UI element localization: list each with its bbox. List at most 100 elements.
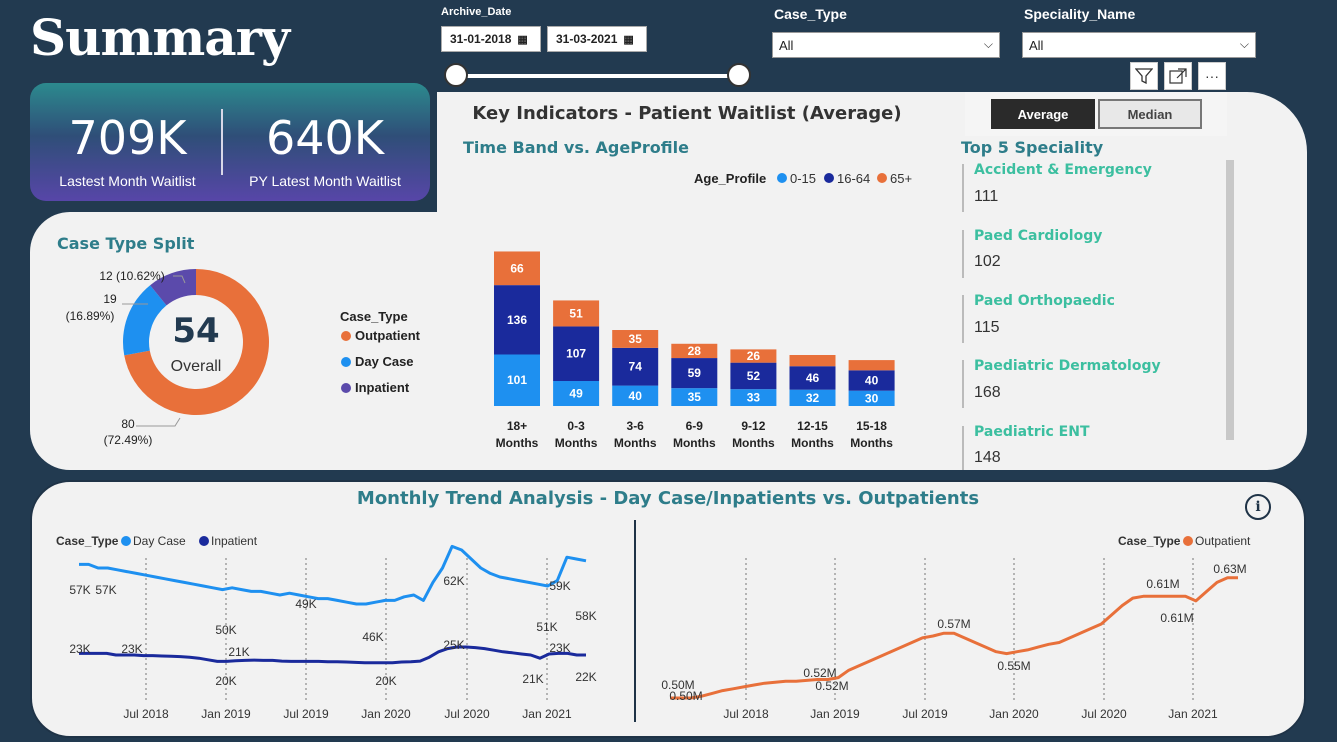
line-data-label: 0.61M: [1160, 611, 1193, 625]
bar-data-label: 59: [688, 366, 702, 380]
archive-date-label: Archive_Date: [441, 6, 512, 18]
x-tick-label: Jan 2021: [522, 707, 572, 721]
speciality-value: All: [1029, 37, 1044, 53]
card-accent: [962, 164, 964, 212]
speciality-value: 111: [974, 188, 999, 205]
average-toggle-button[interactable]: Average: [991, 99, 1095, 129]
speciality-value: 102: [974, 253, 1001, 270]
line-data-label: 46K: [362, 630, 383, 644]
x-tick-label: Jan 2020: [989, 707, 1039, 721]
case-type-label: Case_Type: [774, 6, 847, 22]
date-to-input[interactable]: 31-03-2021 ▦: [547, 26, 647, 52]
calendar-icon[interactable]: ▦: [517, 33, 527, 46]
line-data-label: 49K: [295, 597, 316, 611]
focus-mode-icon[interactable]: [1164, 62, 1192, 90]
median-toggle-button[interactable]: Median: [1098, 99, 1202, 129]
line-data-label: 0.52M: [815, 679, 848, 693]
kpi-card: 709K Lastest Month Waitlist 640K PY Late…: [30, 83, 430, 201]
calendar-icon[interactable]: ▦: [623, 33, 633, 46]
speciality-card[interactable]: Paediatric ENT 148: [962, 422, 1222, 470]
slice-label-value: 19: [103, 292, 117, 306]
date-to-value: 31-03-2021: [556, 32, 618, 46]
x-tick-label: Months: [555, 436, 598, 450]
line-series-inpatient: [79, 645, 586, 665]
case-type-split-title: Case Type Split: [57, 234, 195, 253]
bar-data-label: 74: [629, 360, 643, 374]
speciality-scrollbar[interactable]: [1226, 160, 1234, 440]
line-data-label: 0.55M: [997, 659, 1030, 673]
bar-data-label: 33: [747, 391, 761, 405]
bar-data-label: 101: [507, 373, 527, 387]
line-data-label: 23K: [549, 641, 570, 655]
more-options-icon[interactable]: ···: [1198, 62, 1226, 90]
bar-data-label: 32: [806, 391, 820, 405]
speciality-card[interactable]: Paediatric Dermatology 168: [962, 356, 1222, 412]
case-type-donut-chart: 54 Overall 80 (72.49%) 19 (16.89%) 12 (10.62%)…: [66, 269, 421, 447]
slice-leader-line: [136, 417, 181, 427]
time-band-bar-chart: Age_Profile 0-15 16-64 65+ 101 136 66 18+ Months…: [494, 171, 912, 450]
x-tick-label: Months: [673, 436, 716, 450]
kpi-divider: [221, 109, 223, 175]
speciality-value: 148: [974, 449, 1001, 466]
slice-label-pct: (72.49%): [104, 433, 153, 447]
x-tick-label: 6-9: [686, 419, 704, 433]
legend-marker: [121, 536, 131, 546]
daycase-inpatient-line-chart: Case_Type Day Case Inpatient Jul 2018 Jan 20…: [56, 534, 597, 721]
legend-marker: [199, 536, 209, 546]
x-tick-label: 12-15: [797, 419, 828, 433]
speciality-value: 168: [974, 384, 1001, 401]
line-series-day-case: [79, 544, 587, 606]
speciality-card[interactable]: Paed Orthopaedic 115: [962, 291, 1222, 347]
bar-data-label: 28: [688, 344, 702, 358]
bar-data-label: 52: [747, 369, 761, 383]
card-accent: [962, 230, 964, 278]
x-tick-label: Jan 2020: [361, 707, 411, 721]
latest-month-waitlist-label: Lastest Month Waitlist: [59, 173, 196, 189]
speciality-list: Accident & Emergency 111 Paed Cardiology…: [962, 160, 1222, 470]
line-legend-title: Case_Type: [1118, 534, 1181, 548]
speciality-dropdown[interactable]: All ⌵: [1022, 32, 1256, 58]
bar-data-label: 49: [569, 387, 583, 401]
outpatient-line-chart: Case_Type Outpatient Jul 2018 Jan 2019 Jul 2…: [661, 534, 1251, 721]
legend-label: 0-15: [790, 171, 816, 186]
info-icon[interactable]: i: [1245, 494, 1271, 520]
key-indicators-title: Key Indicators - Patient Waitlist (Avera…: [472, 103, 902, 124]
date-slider-end-handle[interactable]: [727, 63, 751, 87]
speciality-name: Paed Orthopaedic: [974, 293, 1115, 309]
date-from-input[interactable]: 31-01-2018 ▦: [441, 26, 541, 52]
x-tick-label: Months: [496, 436, 539, 450]
speciality-value: 115: [974, 319, 1000, 336]
speciality-card[interactable]: Paed Cardiology 102: [962, 226, 1222, 282]
x-tick-label: Jul 2020: [444, 707, 490, 721]
x-tick-label: Jul 2019: [283, 707, 329, 721]
legend-marker: [341, 331, 351, 341]
case-type-value: All: [779, 37, 794, 53]
x-tick-label: 0-3: [567, 419, 585, 433]
line-data-label: 0.63M: [1213, 562, 1246, 576]
top5-speciality-title: Top 5 Speciality: [961, 138, 1104, 157]
line-data-label: 23K: [121, 642, 142, 656]
legend-marker: [877, 173, 887, 183]
x-tick-label: 3-6: [627, 419, 645, 433]
line-data-label: 62K: [443, 574, 464, 588]
bar-data-label: 136: [507, 313, 527, 327]
time-band-chart-title: Time Band vs. AgeProfile: [463, 138, 689, 157]
line-data-label: 57K: [95, 583, 116, 597]
case-type-dropdown[interactable]: All ⌵: [772, 32, 1000, 58]
date-from-value: 31-01-2018: [450, 32, 512, 46]
bar-data-label: 51: [569, 306, 583, 320]
x-tick-label: Jan 2021: [1168, 707, 1218, 721]
line-data-label: 50K: [215, 623, 236, 637]
line-data-label: 21K: [522, 672, 543, 686]
date-range-track: [456, 74, 740, 78]
speciality-name: Paediatric ENT: [974, 424, 1090, 440]
bar-legend-title: Age_Profile: [694, 171, 766, 186]
line-data-label: 21K: [228, 645, 249, 659]
date-slider-start-handle[interactable]: [444, 63, 468, 87]
legend-label: Outpatient: [355, 328, 421, 343]
donut-center-value: 54: [172, 311, 219, 351]
slice-label-value: 80: [121, 417, 135, 431]
bar-data-label: 30: [865, 391, 879, 405]
speciality-card[interactable]: Accident & Emergency 111: [962, 160, 1222, 216]
filter-icon[interactable]: [1130, 62, 1158, 90]
